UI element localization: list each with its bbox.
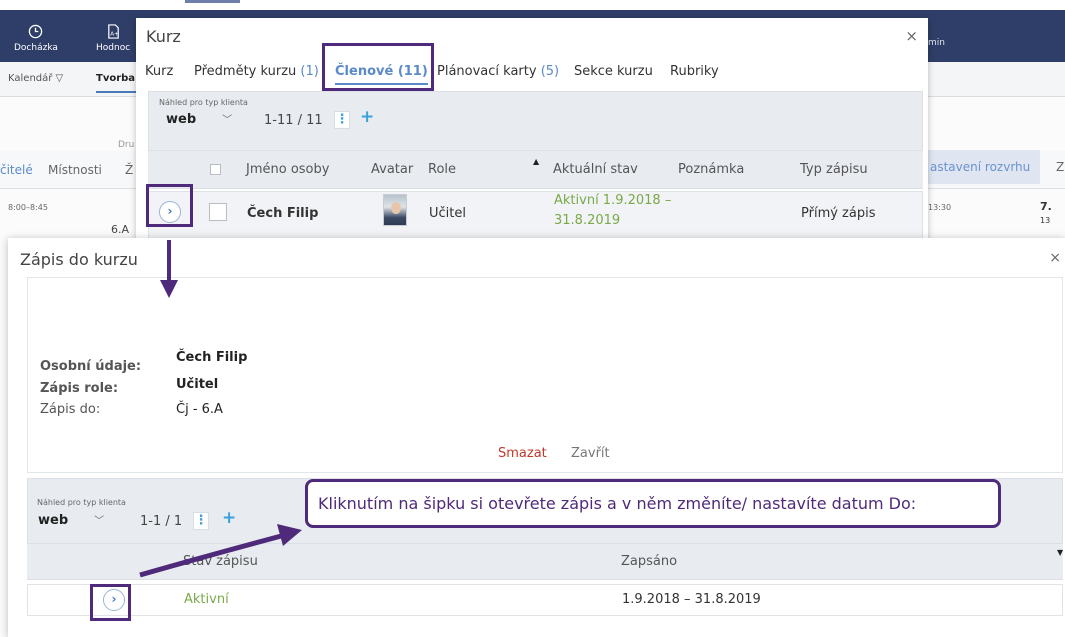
role-value: Učitel	[176, 377, 219, 392]
tab-kurz-label: Kurz	[145, 64, 174, 79]
member-status-line2: 31.8.2019	[554, 213, 621, 228]
bg-z-tab[interactable]: Z	[1056, 160, 1064, 174]
sort-desc-icon[interactable]: ▼	[1057, 548, 1063, 557]
grade-sheet-icon: A+	[107, 24, 119, 39]
zapis-detail-panel: Osobní údaje: Čech Filip Zápis role: Uči…	[27, 277, 1063, 473]
admin-label[interactable]: min	[928, 38, 945, 48]
tab-sekce-kurzu[interactable]: Sekce kurzu	[574, 64, 653, 79]
nav-item-hodnoceni[interactable]: A+ Hodnoc	[96, 24, 130, 53]
add-icon[interactable]: +	[360, 107, 374, 127]
avatar-face	[391, 202, 401, 214]
col-enroll-status[interactable]: Stav zápisu	[183, 554, 258, 569]
zapis-add-icon[interactable]: +	[222, 508, 236, 528]
row-checkbox[interactable]	[209, 203, 227, 221]
tab-predmety-count: (1)	[300, 64, 319, 79]
sort-asc-icon[interactable]: ▲	[533, 157, 539, 166]
zapis-table-header: Stav zápisu Zapsáno ▼	[27, 544, 1063, 580]
kebab-menu-icon[interactable]: ⋮	[334, 111, 350, 129]
nav-label-dochazka: Docházka	[14, 43, 58, 53]
highlight-clenove-tab	[322, 43, 434, 91]
enroll-dates: 1.9.2018 – 31.8.2019	[622, 592, 761, 607]
bg-dru-label: Dru	[118, 140, 135, 150]
zapis-title: Zápis do kurzu	[20, 250, 138, 269]
select-all-checkbox[interactable]	[210, 164, 221, 175]
top-strip	[0, 0, 1065, 10]
bg-period: 7. 13	[1040, 200, 1065, 226]
member-role: Učitel	[429, 206, 466, 221]
nav-item-dochazka[interactable]: Docházka	[14, 24, 58, 53]
col-status[interactable]: Aktuální stav	[553, 162, 638, 177]
zapis-client-type-select[interactable]: web ﹀	[38, 512, 104, 528]
client-type-value: web	[166, 112, 197, 127]
client-type-label: Náhled pro typ klienta	[159, 98, 248, 107]
col-avatar[interactable]: Avatar	[371, 162, 413, 177]
avatar	[383, 194, 407, 226]
subnav-kalendar[interactable]: Kalendář ▽	[8, 73, 63, 84]
tab-predmety-label: Předměty kurzu	[194, 64, 297, 79]
role-label: Zápis role:	[40, 381, 119, 396]
tab-rubriky-label: Rubriky	[670, 64, 719, 79]
highlight-enroll-arrow	[90, 584, 131, 621]
tab-kurz[interactable]: Kurz	[145, 64, 173, 79]
bg-class-label: 6.A	[111, 223, 130, 236]
member-type: Přímý zápis	[801, 206, 876, 221]
bg-tab-mistnosti[interactable]: Místnosti	[48, 163, 102, 177]
personal-value: Čech Filip	[176, 350, 248, 365]
delete-button[interactable]: Smazat	[498, 446, 547, 461]
zapis-dialog: Zápis do kurzu × Osobní údaje: Čech Fili…	[8, 238, 1065, 637]
zapis-pagination-range: 1-1 / 1	[140, 514, 183, 529]
bg-period-time: 13	[1040, 216, 1051, 225]
col-role[interactable]: Role	[428, 162, 456, 177]
bg-time-left: 8:00–8:45	[8, 203, 48, 212]
bg-tab-z[interactable]: Ž	[125, 163, 133, 177]
kurz-dialog: Kurz × Kurz Předměty kurzu (1) Členové (…	[136, 18, 928, 268]
nav-label-hodnoceni: Hodnoc	[96, 43, 131, 53]
annotation-callout: Kliknutím na šipku si otevřete zápis a v…	[305, 479, 1001, 528]
top-accent	[185, 0, 240, 3]
close-button[interactable]: Zavřít	[571, 446, 610, 461]
bg-rozvrh-button[interactable]: astavení rozvrhu	[928, 150, 1040, 184]
tab-planovaci-label: Plánovací karty	[437, 64, 537, 79]
kurz-toolbar: Náhled pro typ klienta web ﹀ 1-11 / 11 ⋮ …	[148, 91, 923, 151]
chevron-down-icon: ﹀	[222, 115, 233, 126]
svg-text:A+: A+	[110, 31, 119, 37]
kurz-table-header: Jméno osoby Avatar Role ▲ Aktuální stav …	[148, 151, 923, 189]
col-type[interactable]: Typ zápisu	[800, 162, 868, 177]
col-name[interactable]: Jméno osoby	[246, 162, 329, 177]
zapis-close-icon[interactable]: ×	[1049, 250, 1061, 266]
member-name: Čech Filip	[247, 206, 319, 221]
member-status-line1: Aktivní 1.9.2018 –	[554, 193, 672, 208]
target-label: Zápis do:	[40, 402, 101, 417]
bg-period-number: 7.	[1040, 200, 1052, 213]
table-row[interactable]: › Aktivní 1.9.2018 – 31.8.2019	[27, 584, 1063, 616]
clock-icon	[29, 24, 43, 39]
chevron-down-icon: ﹀	[94, 516, 105, 527]
tab-sekce-label: Sekce kurzu	[574, 64, 653, 79]
bg-time-right: 13:30	[928, 203, 952, 212]
enroll-status: Aktivní	[184, 592, 229, 607]
tab-planovaci-karty[interactable]: Plánovací karty (5)	[437, 64, 559, 79]
highlight-row-arrow	[146, 184, 193, 227]
target-value: Čj - 6.A	[176, 402, 223, 417]
pagination-range: 1-11 / 11	[264, 113, 323, 128]
table-row[interactable]: › Čech Filip Učitel Aktivní 1.9.2018 – 3…	[148, 191, 923, 239]
tab-predmety[interactable]: Předměty kurzu (1)	[194, 64, 319, 79]
kurz-title: Kurz	[146, 27, 181, 46]
tab-rubriky[interactable]: Rubriky	[670, 64, 719, 79]
col-enrolled[interactable]: Zapsáno	[621, 554, 677, 569]
client-type-select[interactable]: web ﹀	[166, 111, 232, 127]
annotation-text: Kliknutím na šipku si otevřete zápis a v…	[318, 494, 917, 513]
zapis-client-type-value: web	[38, 513, 69, 528]
zapis-kebab-menu-icon[interactable]: ⋮	[193, 512, 209, 530]
zapis-client-type-label: Náhled pro typ klienta	[37, 498, 126, 507]
personal-label: Osobní údaje:	[40, 359, 142, 374]
tab-planovaci-count: (5)	[540, 64, 560, 79]
col-note[interactable]: Poznámka	[678, 162, 744, 177]
kurz-close-icon[interactable]: ×	[905, 27, 918, 45]
bg-tab-ucitele[interactable]: čitelé	[0, 163, 33, 177]
